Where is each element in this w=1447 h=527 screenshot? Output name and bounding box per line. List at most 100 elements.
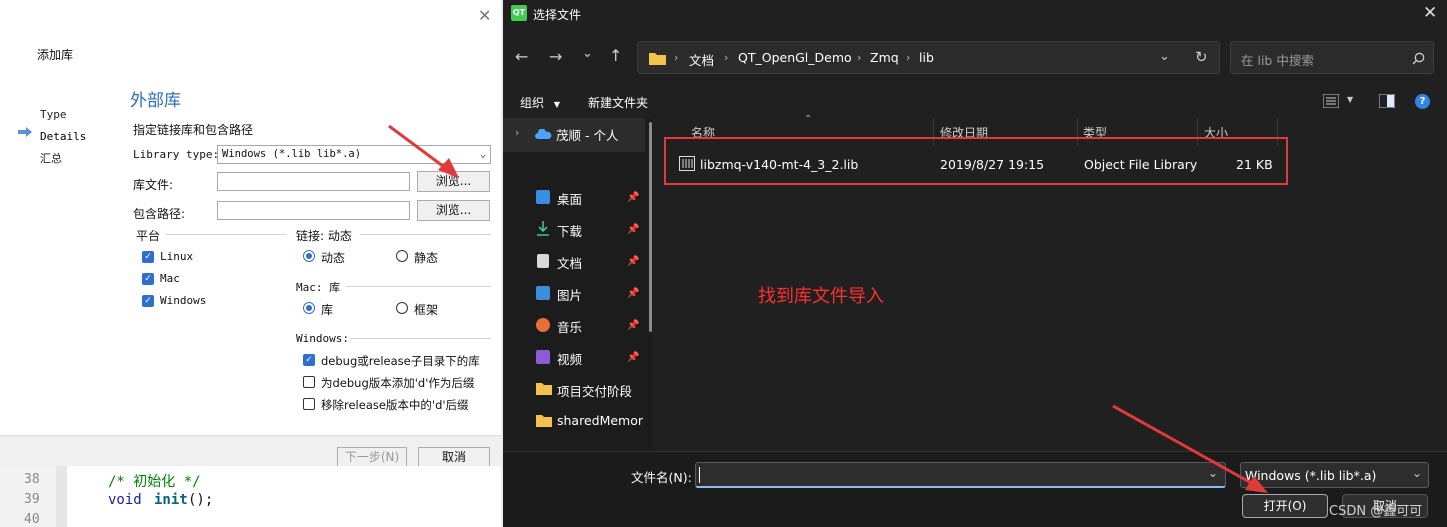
library-radio-label: 库 <box>321 303 334 317</box>
new-folder-button[interactable]: 新建文件夹 <box>588 94 648 111</box>
remove-d-suffix-checkbox[interactable] <box>303 398 315 410</box>
line-number: 38 <box>24 472 40 487</box>
qt-logo-icon: QT <box>511 5 527 21</box>
library-file-icon <box>679 156 695 171</box>
dynamic-radio[interactable] <box>303 250 315 262</box>
wizard-title: 添加库 <box>37 48 74 62</box>
line-number: 40 <box>24 512 40 527</box>
browse-include-button[interactable]: 浏览... <box>417 200 490 221</box>
preview-pane-icon[interactable] <box>1379 94 1395 108</box>
file-open-dialog: QT 选择文件 ✕ ← → ⌄ ↑ › 文档 › QT_OpenGl_Demo … <box>503 0 1447 527</box>
up-arrow-icon[interactable]: ↑ <box>609 46 622 65</box>
search-box[interactable]: 在 lib 中搜索 <box>1230 41 1434 74</box>
pin-icon: 📌 <box>627 352 640 363</box>
pictures-icon <box>536 286 550 300</box>
organize-menu[interactable]: 组织 ▼ <box>520 94 560 111</box>
search-placeholder: 在 lib 中搜索 <box>1241 53 1314 68</box>
text-caret <box>699 467 700 483</box>
recent-chevron-icon[interactable]: ⌄ <box>582 46 593 61</box>
video-icon <box>536 350 550 364</box>
framework-label: 框架 <box>414 303 439 317</box>
mac-label: Mac <box>160 272 180 285</box>
file-modified: 2019/8/27 19:15 <box>940 157 1045 172</box>
file-size: 21 KB <box>1236 157 1273 172</box>
code-function: init <box>154 492 188 508</box>
help-icon[interactable]: ? <box>1415 94 1430 109</box>
nav-scrollbar[interactable] <box>649 122 652 332</box>
pin-icon: 📌 <box>627 224 640 235</box>
nav-item-music[interactable]: 音乐 <box>557 317 582 336</box>
line-number: 39 <box>24 492 40 507</box>
debug-release-subdir-checkbox[interactable]: ✓ <box>303 354 315 366</box>
section-title: 外部库 <box>130 91 181 111</box>
nav-item-downloads[interactable]: 下载 <box>557 221 582 240</box>
windows-group-divider <box>350 338 491 339</box>
dialog-close-icon[interactable]: ✕ <box>1423 3 1437 23</box>
framework-radio[interactable] <box>396 302 408 314</box>
static-radio[interactable] <box>396 250 408 262</box>
document-icon <box>537 254 549 268</box>
code-editor: 38 39 40 /* 初始化 */ void init (); <box>0 466 501 527</box>
address-bar[interactable]: › 文档 › QT_OpenGl_Demo › Zmq › lib ⌄ ↻ <box>637 41 1220 74</box>
platform-group-divider <box>166 234 286 235</box>
linux-checkbox[interactable]: ✓ <box>142 251 154 263</box>
browse-lib-button[interactable]: 浏览... <box>417 171 490 192</box>
platform-group-label: 平台 <box>136 229 161 243</box>
wizard-close-icon[interactable]: ✕ <box>478 6 491 25</box>
back-arrow-icon[interactable]: ← <box>515 47 528 66</box>
refresh-icon[interactable]: ↻ <box>1195 48 1208 66</box>
view-dropdown-icon[interactable]: ▼ <box>1347 95 1353 104</box>
filename-input[interactable]: ⌄ <box>695 462 1226 488</box>
debug-release-subdir-label: debug或release子目录下的库 <box>321 354 480 368</box>
breadcrumb-documents[interactable]: 文档 <box>689 50 714 69</box>
breadcrumb-project[interactable]: QT_OpenGl_Demo <box>738 50 852 65</box>
nav-item-documents[interactable]: 文档 <box>557 253 582 272</box>
filename-dropdown-icon[interactable]: ⌄ <box>1208 466 1218 480</box>
view-list-icon[interactable] <box>1323 94 1339 108</box>
pin-icon: 📌 <box>627 256 640 267</box>
filename-label: 文件名(N): <box>631 470 692 485</box>
expand-chevron-icon[interactable]: › <box>515 126 519 139</box>
breadcrumb-separator: › <box>857 51 862 64</box>
add-d-suffix-checkbox[interactable] <box>303 376 315 388</box>
wizard-cancel-button[interactable]: 取消 <box>418 447 490 468</box>
nav-item-pictures[interactable]: 图片 <box>557 285 582 304</box>
next-button[interactable]: 下一步(N) <box>337 447 407 468</box>
forward-arrow-icon[interactable]: → <box>549 47 562 66</box>
nav-item-project-delivery[interactable]: 项目交付阶段 <box>557 381 632 400</box>
mac-checkbox[interactable]: ✓ <box>142 273 154 285</box>
organize-label: 组织 <box>520 96 545 110</box>
include-path-label: 包含路径: <box>133 207 186 221</box>
linking-group-divider <box>360 234 491 235</box>
music-icon <box>536 318 550 332</box>
pin-icon: 📌 <box>627 320 640 331</box>
pin-icon: 📌 <box>627 192 640 203</box>
nav-item-videos[interactable]: 视频 <box>557 349 582 368</box>
breadcrumb-lib[interactable]: lib <box>919 50 934 65</box>
code-comment: /* 初始化 */ <box>108 474 201 490</box>
file-name: libzmq-v140-mt-4_3_2.lib <box>700 157 859 172</box>
watermark: CSDN @鑫可可 <box>1329 504 1423 519</box>
nav-item-onedrive[interactable]: 茂顺 - 个人 <box>556 125 618 144</box>
dynamic-label: 动态 <box>321 251 346 265</box>
include-path-input[interactable] <box>217 201 410 220</box>
nav-item-desktop[interactable]: 桌面 <box>557 189 582 208</box>
filter-value: Windows (*.lib lib*.a) <box>1245 468 1377 483</box>
folder-icon <box>649 53 666 65</box>
step-type: Type <box>40 108 67 121</box>
library-type-select[interactable]: Windows (*.lib lib*.a) ⌄ <box>217 145 491 164</box>
library-radio[interactable] <box>303 302 315 314</box>
windows-checkbox[interactable]: ✓ <box>142 295 154 307</box>
sort-up-icon: ⌃ <box>804 114 813 125</box>
breadcrumb-separator: › <box>724 51 729 64</box>
dialog-title: 选择文件 <box>533 8 582 22</box>
lib-file-input[interactable] <box>217 172 410 191</box>
annotation-text: 找到库文件导入 <box>758 286 884 307</box>
nav-item-shared-memory[interactable]: sharedMemor <box>557 413 643 428</box>
address-dropdown-icon[interactable]: ⌄ <box>1159 49 1170 64</box>
file-type-filter[interactable]: Windows (*.lib lib*.a) ⌄ <box>1240 462 1429 488</box>
linking-group-label: 链接: 动态 <box>296 229 352 243</box>
breadcrumb-zmq[interactable]: Zmq <box>870 50 899 65</box>
open-button[interactable]: 打开(O) <box>1242 494 1328 518</box>
remove-d-suffix-label: 移除release版本中的'd'后缀 <box>321 398 469 412</box>
